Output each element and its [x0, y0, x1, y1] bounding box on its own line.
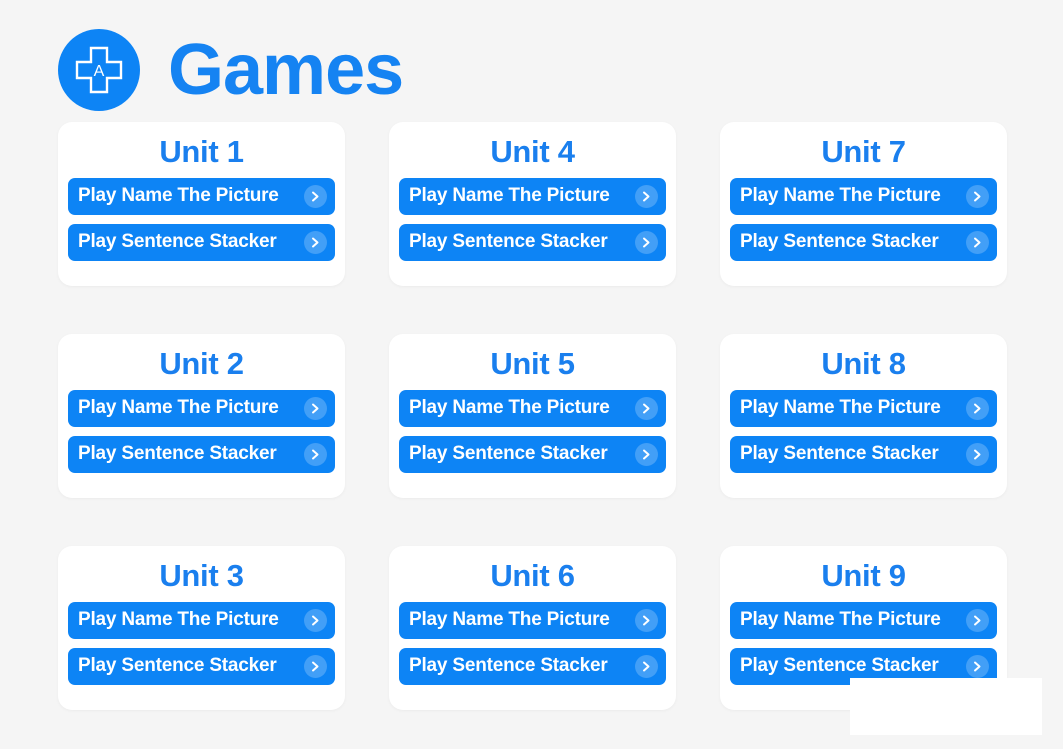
- play-name-the-picture-button[interactable]: Play Name The Picture: [730, 177, 997, 215]
- unit-title: Unit 4: [490, 134, 575, 169]
- play-button-label: Play Name The Picture: [409, 185, 610, 207]
- chevron-right-icon: [304, 184, 327, 208]
- chevron-right-icon: [304, 230, 327, 254]
- unit-card: Unit 7 Play Name The Picture Play Senten…: [720, 122, 1007, 286]
- chevron-right-icon: [966, 608, 989, 632]
- dpad-a-icon: A: [58, 29, 140, 111]
- chevron-right-icon: [635, 608, 658, 632]
- play-button-label: Play Sentence Stacker: [78, 443, 277, 465]
- chevron-right-icon: [304, 396, 327, 420]
- play-name-the-picture-button[interactable]: Play Name The Picture: [399, 601, 666, 639]
- play-name-the-picture-button[interactable]: Play Name The Picture: [730, 601, 997, 639]
- play-name-the-picture-button[interactable]: Play Name The Picture: [68, 601, 335, 639]
- unit-card: Unit 8 Play Name The Picture Play Senten…: [720, 334, 1007, 498]
- unit-card: Unit 6 Play Name The Picture Play Senten…: [389, 546, 676, 710]
- play-button-label: Play Name The Picture: [78, 397, 279, 419]
- chevron-right-icon: [966, 396, 989, 420]
- page-title: Games: [168, 30, 404, 110]
- chevron-right-icon: [635, 442, 658, 466]
- play-sentence-stacker-button[interactable]: Play Sentence Stacker: [68, 647, 335, 685]
- blank-white-popup[interactable]: [850, 678, 1042, 735]
- play-button-label: Play Sentence Stacker: [78, 231, 277, 253]
- chevron-right-icon: [304, 442, 327, 466]
- chevron-right-icon: [635, 396, 658, 420]
- play-name-the-picture-button[interactable]: Play Name The Picture: [399, 389, 666, 427]
- unit-title: Unit 6: [490, 558, 575, 593]
- chevron-right-icon: [966, 442, 989, 466]
- play-button-label: Play Name The Picture: [740, 609, 941, 631]
- chevron-right-icon: [966, 184, 989, 208]
- play-button-label: Play Name The Picture: [78, 185, 279, 207]
- page-header: A Games: [0, 0, 1063, 122]
- play-button-label: Play Sentence Stacker: [740, 655, 939, 677]
- play-button-label: Play Sentence Stacker: [409, 231, 608, 253]
- chevron-right-icon: [304, 608, 327, 632]
- chevron-right-icon: [635, 230, 658, 254]
- play-sentence-stacker-button[interactable]: Play Sentence Stacker: [730, 223, 997, 261]
- play-button-label: Play Name The Picture: [740, 397, 941, 419]
- play-sentence-stacker-button[interactable]: Play Sentence Stacker: [68, 435, 335, 473]
- unit-title: Unit 1: [159, 134, 244, 169]
- units-grid: Unit 1 Play Name The Picture Play Senten…: [0, 122, 1063, 710]
- play-name-the-picture-button[interactable]: Play Name The Picture: [68, 389, 335, 427]
- chevron-right-icon: [966, 654, 989, 678]
- play-sentence-stacker-button[interactable]: Play Sentence Stacker: [68, 223, 335, 261]
- svg-text:A: A: [94, 63, 105, 80]
- play-button-label: Play Name The Picture: [409, 397, 610, 419]
- unit-title: Unit 2: [159, 346, 244, 381]
- play-name-the-picture-button[interactable]: Play Name The Picture: [730, 389, 997, 427]
- unit-title: Unit 7: [821, 134, 906, 169]
- play-button-label: Play Name The Picture: [409, 609, 610, 631]
- play-button-label: Play Sentence Stacker: [409, 443, 608, 465]
- play-sentence-stacker-button[interactable]: Play Sentence Stacker: [730, 435, 997, 473]
- play-sentence-stacker-button[interactable]: Play Sentence Stacker: [399, 435, 666, 473]
- play-button-label: Play Name The Picture: [740, 185, 941, 207]
- play-button-label: Play Sentence Stacker: [740, 231, 939, 253]
- unit-card: Unit 3 Play Name The Picture Play Senten…: [58, 546, 345, 710]
- play-sentence-stacker-button[interactable]: Play Sentence Stacker: [399, 223, 666, 261]
- chevron-right-icon: [635, 184, 658, 208]
- unit-title: Unit 5: [490, 346, 575, 381]
- play-button-label: Play Sentence Stacker: [78, 655, 277, 677]
- unit-title: Unit 9: [821, 558, 906, 593]
- play-button-label: Play Name The Picture: [78, 609, 279, 631]
- unit-card: Unit 4 Play Name The Picture Play Senten…: [389, 122, 676, 286]
- unit-card: Unit 5 Play Name The Picture Play Senten…: [389, 334, 676, 498]
- unit-title: Unit 8: [821, 346, 906, 381]
- play-name-the-picture-button[interactable]: Play Name The Picture: [399, 177, 666, 215]
- chevron-right-icon: [635, 654, 658, 678]
- chevron-right-icon: [966, 230, 989, 254]
- unit-title: Unit 3: [159, 558, 244, 593]
- unit-card: Unit 1 Play Name The Picture Play Senten…: [58, 122, 345, 286]
- chevron-right-icon: [304, 654, 327, 678]
- play-name-the-picture-button[interactable]: Play Name The Picture: [68, 177, 335, 215]
- play-button-label: Play Sentence Stacker: [409, 655, 608, 677]
- unit-card: Unit 2 Play Name The Picture Play Senten…: [58, 334, 345, 498]
- play-button-label: Play Sentence Stacker: [740, 443, 939, 465]
- play-sentence-stacker-button[interactable]: Play Sentence Stacker: [399, 647, 666, 685]
